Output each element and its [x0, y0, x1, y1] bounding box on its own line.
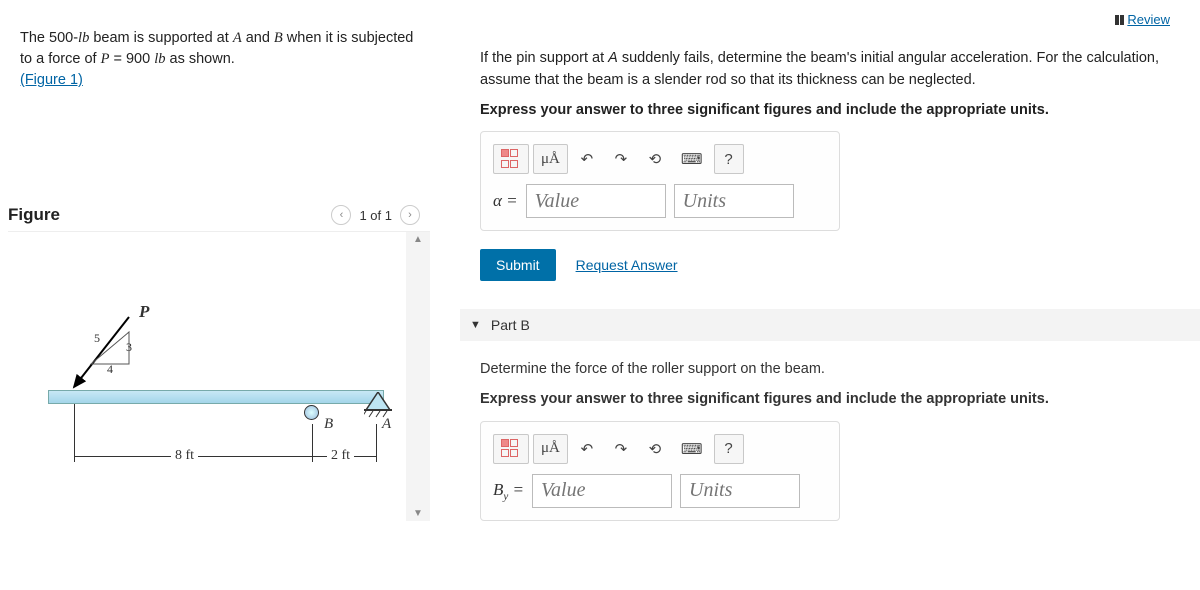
units-symbol-button[interactable]: μÅ — [533, 434, 568, 464]
tri-4: 4 — [107, 362, 113, 377]
partB-prompt: Determine the force of the roller suppor… — [480, 359, 1170, 411]
instructions-bold: Express your answer to three significant… — [480, 100, 1170, 122]
tri-5: 5 — [94, 331, 100, 346]
alpha-label: α = — [493, 191, 518, 211]
figure-nav: ‹ 1 of 1 › — [331, 205, 420, 225]
partA-answer-panel: μÅ ↶ ↷ ⟲ ⌨ ? α = — [480, 131, 840, 231]
figure-heading: Figure — [8, 205, 60, 225]
support-B — [304, 405, 319, 420]
txt: If the pin support at — [480, 50, 608, 66]
partB-header[interactable]: ▼ Part B — [460, 309, 1200, 341]
beam-diagram: P 5 3 4 B A 8 ft 2 ft — [44, 272, 394, 472]
help-button[interactable]: ? — [714, 434, 744, 464]
alpha-units-input[interactable] — [674, 184, 794, 218]
flag-icon — [1115, 15, 1124, 25]
templates-button[interactable] — [493, 434, 529, 464]
instructions-bold: Express your answer to three significant… — [480, 389, 1170, 411]
var-A: A — [608, 50, 618, 66]
force-arrow-P — [39, 312, 139, 397]
figure-scrollbar[interactable]: ▲ ▼ — [406, 232, 430, 521]
keyboard-button[interactable]: ⌨ — [674, 144, 710, 174]
partB-title: Part B — [491, 317, 530, 333]
reset-button[interactable]: ⟲ — [640, 144, 670, 174]
keyboard-button[interactable]: ⌨ — [674, 434, 710, 464]
By-value-input[interactable] — [532, 474, 672, 508]
figure-link[interactable]: (Figure 1) — [20, 72, 83, 88]
unit: lb — [154, 51, 165, 67]
review-label: Review — [1127, 12, 1170, 27]
txt: as shown. — [166, 51, 235, 67]
label-P: P — [139, 302, 149, 322]
help-button[interactable]: ? — [714, 144, 744, 174]
undo-button[interactable]: ↶ — [572, 434, 602, 464]
figure-prev-button[interactable]: ‹ — [331, 205, 351, 225]
txt: Determine the force of the roller suppor… — [480, 359, 1170, 381]
partA-prompt: If the pin support at A suddenly fails, … — [480, 48, 1170, 121]
dim-2ft-label: 2 ft — [327, 448, 354, 464]
redo-button[interactable]: ↷ — [606, 434, 636, 464]
label-A: A — [382, 416, 391, 433]
review-link[interactable]: Review — [1115, 12, 1170, 27]
figure-counter: 1 of 1 — [359, 208, 392, 223]
var-A: A — [233, 30, 242, 46]
tri-3: 3 — [126, 340, 132, 355]
submit-button[interactable]: Submit — [480, 249, 556, 281]
By-units-input[interactable] — [680, 474, 800, 508]
request-answer-link[interactable]: Request Answer — [576, 257, 678, 273]
alpha-value-input[interactable] — [526, 184, 666, 218]
units-symbol-button[interactable]: μÅ — [533, 144, 568, 174]
partB-answer-panel: μÅ ↶ ↷ ⟲ ⌨ ? By = — [480, 421, 840, 521]
txt: and — [242, 30, 274, 46]
txt: = 900 — [109, 51, 154, 67]
label-B: B — [324, 416, 333, 433]
scroll-down-icon[interactable]: ▼ — [413, 508, 423, 519]
redo-button[interactable]: ↷ — [606, 144, 636, 174]
txt: The 500- — [20, 30, 78, 46]
collapse-icon: ▼ — [470, 319, 481, 331]
figure-next-button[interactable]: › — [400, 205, 420, 225]
dim-8ft-label: 8 ft — [171, 448, 198, 464]
problem-statement: The 500-lb beam is supported at A and B … — [8, 10, 430, 105]
txt: beam is supported at — [89, 30, 232, 46]
undo-button[interactable]: ↶ — [572, 144, 602, 174]
var-B: B — [274, 30, 283, 46]
unit: lb — [78, 30, 89, 46]
templates-button[interactable] — [493, 144, 529, 174]
scroll-up-icon[interactable]: ▲ — [413, 234, 423, 245]
reset-button[interactable]: ⟲ — [640, 434, 670, 464]
By-label: By = — [493, 480, 524, 502]
